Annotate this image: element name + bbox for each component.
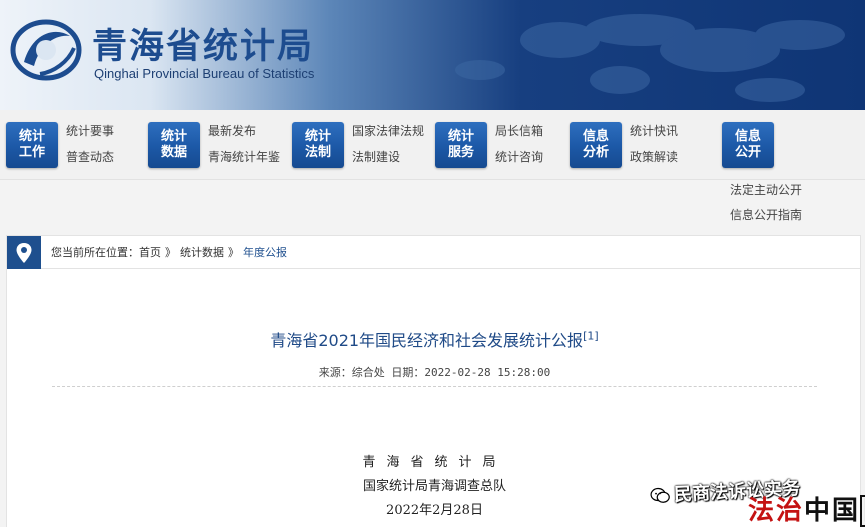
nav-badge-stat-law[interactable]: 统计 法制 <box>292 122 344 168</box>
nav-link-director-mailbox[interactable]: 局长信箱 <box>495 122 543 148</box>
watermark-site: 法治中国网 <box>748 490 865 527</box>
breadcrumb-home[interactable]: 首页 <box>139 246 161 259</box>
nav-link-statutory-disclosure[interactable]: 法定主动公开 <box>730 182 802 207</box>
site-header: 青海省统计局 Qinghai Provincial Bureau of Stat… <box>0 0 865 110</box>
nav-link-policy-interpretation[interactable]: 政策解读 <box>630 148 678 174</box>
footnote-link[interactable]: [1] <box>583 330 599 343</box>
nav-link-latest-release[interactable]: 最新发布 <box>208 122 280 148</box>
nav-badge-stat-data[interactable]: 统计 数据 <box>148 122 200 168</box>
nav-badge-info-analysis[interactable]: 信息 分析 <box>570 122 622 168</box>
nav-link-disclosure-guide[interactable]: 信息公开指南 <box>730 207 802 232</box>
nav-link-legal-construction[interactable]: 法制建设 <box>352 148 424 174</box>
nav-link-national-laws[interactable]: 国家法律法规 <box>352 122 424 148</box>
article-meta: 来源：综合处 日期：2022-02-28 15:28:00 <box>318 366 551 379</box>
nav-link-stat-news[interactable]: 统计要事 <box>66 122 114 148</box>
breadcrumb-separator: 》 <box>165 246 176 259</box>
breadcrumb-annual-bulletin[interactable]: 年度公报 <box>243 246 287 259</box>
wechat-icon <box>650 487 670 503</box>
nav-badge-stat-service[interactable]: 统计 服务 <box>435 122 487 168</box>
nav-link-yearbook[interactable]: 青海统计年鉴 <box>208 148 280 174</box>
site-subtitle: Qinghai Provincial Bureau of Statistics <box>94 66 315 81</box>
nav-badge-stat-work[interactable]: 统计 工作 <box>6 122 58 168</box>
bureau-logo-icon <box>10 19 82 81</box>
divider <box>52 386 817 387</box>
nav-link-stat-consulting[interactable]: 统计咨询 <box>495 148 543 174</box>
breadcrumb-separator: 》 <box>228 246 239 259</box>
nav-badge-info-disclosure[interactable]: 信息 公开 <box>722 122 774 168</box>
info-disclosure-links: 法定主动公开 信息公开指南 <box>730 182 802 232</box>
issuer-bureau: 青海省统计局 <box>362 455 507 470</box>
breadcrumb-prefix: 您当前所在位置： <box>51 246 139 259</box>
nav-link-stat-flash[interactable]: 统计快讯 <box>630 122 678 148</box>
breadcrumb: 您当前所在位置：首页》统计数据》年度公报 <box>6 235 861 270</box>
main-nav: 统计 工作 统计要事 普查动态 统计 数据 最新发布 青海统计年鉴 统计 法制 … <box>0 110 865 180</box>
nav-link-census-updates[interactable]: 普查动态 <box>66 148 114 174</box>
location-pin-icon <box>7 236 41 270</box>
breadcrumb-stat-data[interactable]: 统计数据 <box>180 246 224 259</box>
article-title: 青海省2021年国民经济和社会发展统计公报[1] <box>270 329 599 350</box>
site-title[interactable]: 青海省统计局 <box>92 18 314 69</box>
